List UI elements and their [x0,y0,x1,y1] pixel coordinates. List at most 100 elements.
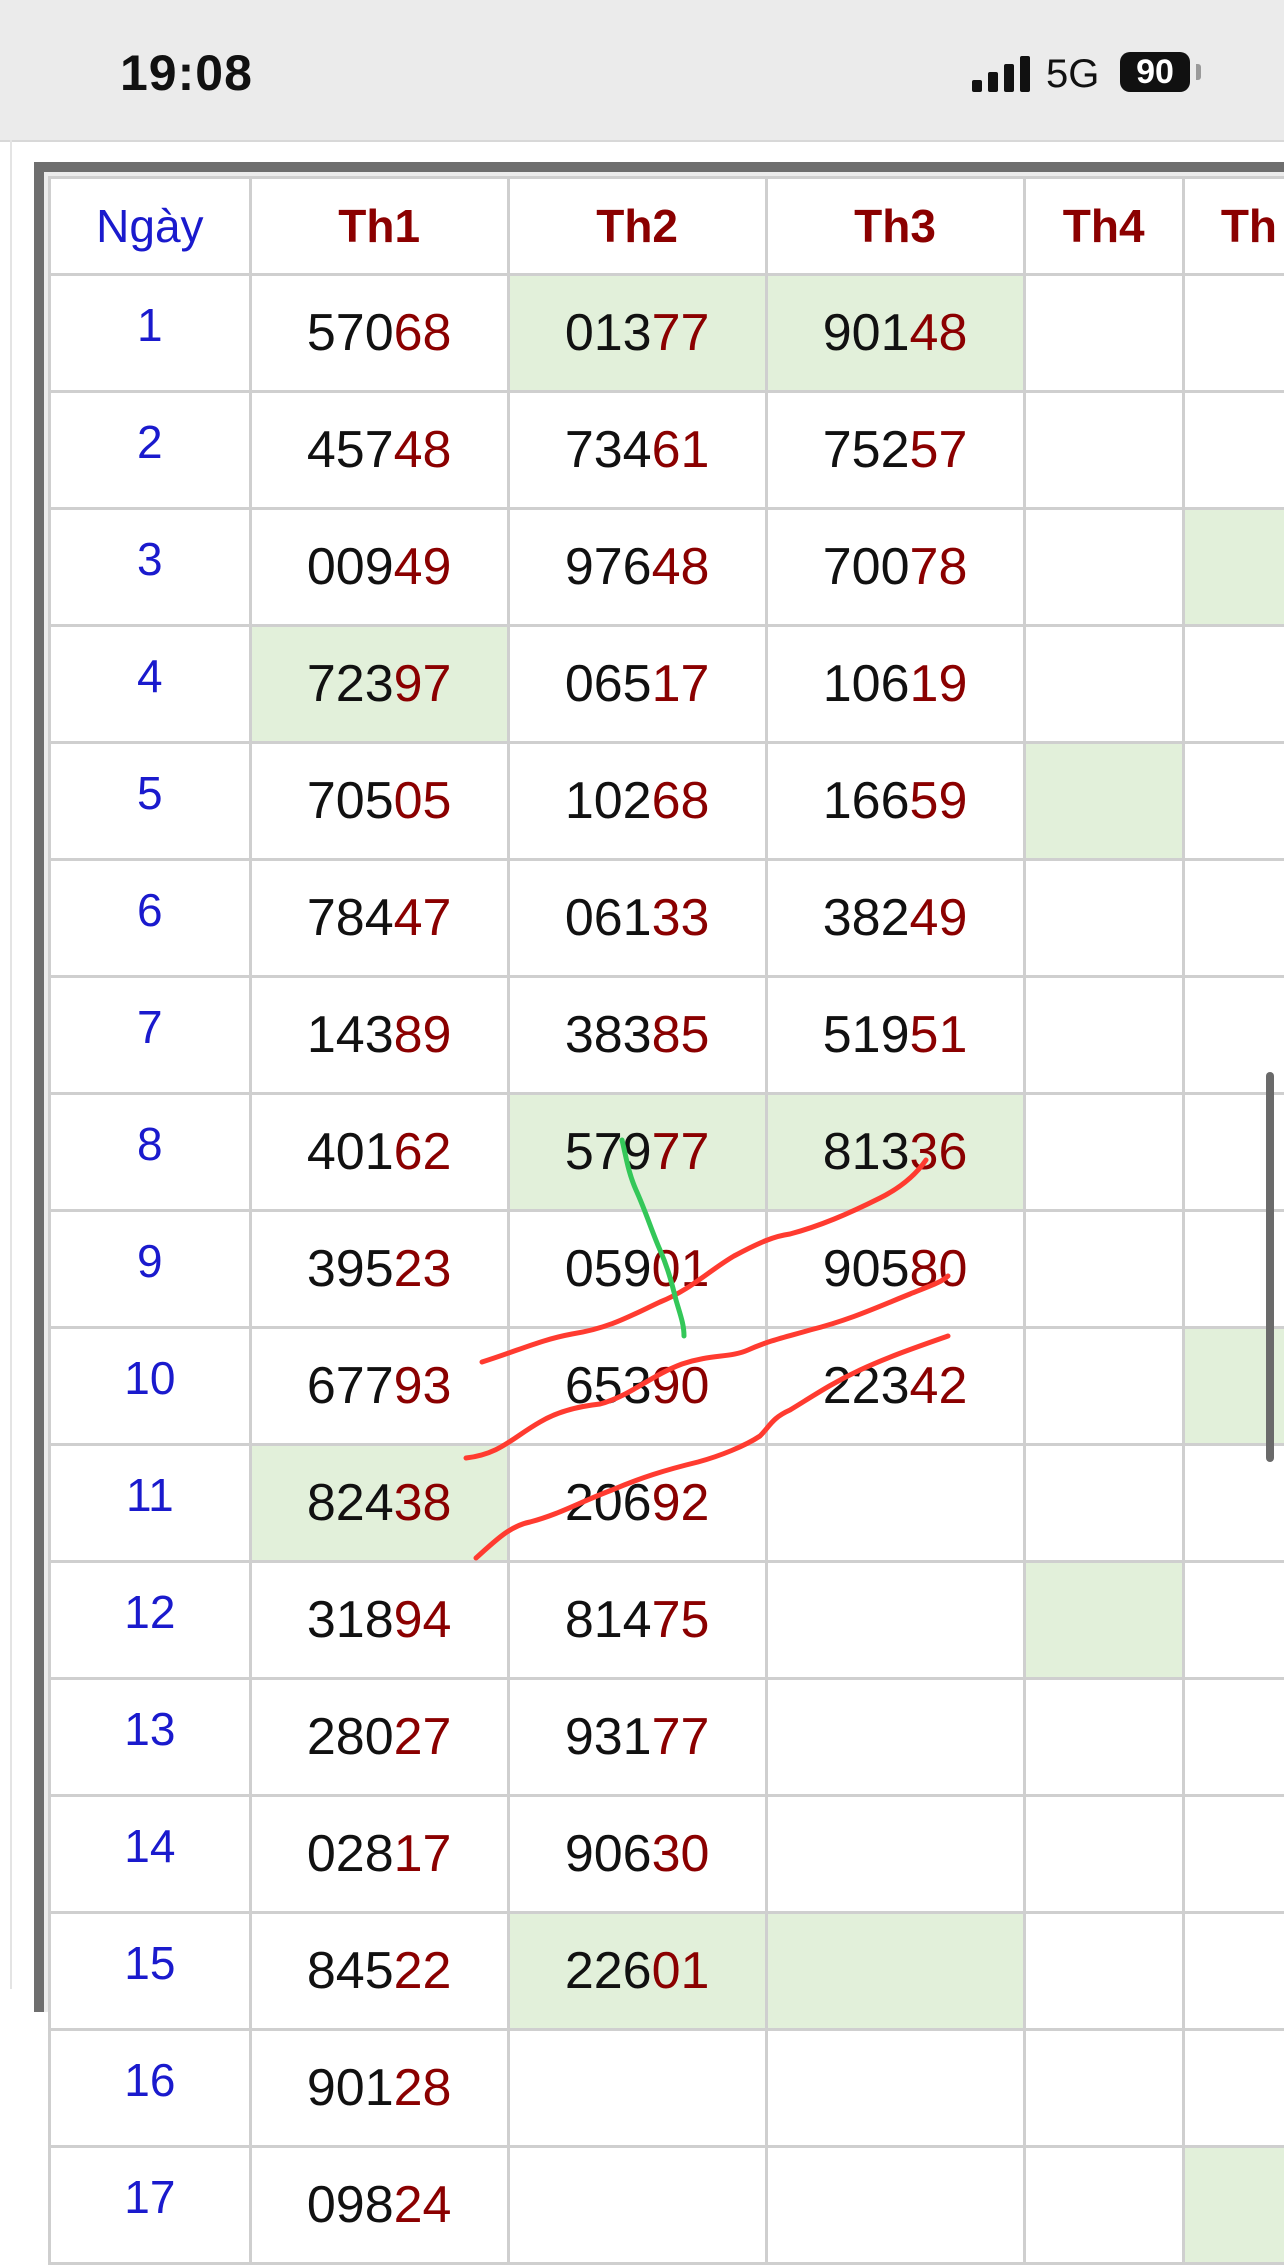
result-head-digits: 009 [307,538,394,596]
result-head-digits: 931 [565,1708,652,1766]
result-tail-digits: 28 [394,2059,452,2117]
result-cell: 75257 [766,392,1024,509]
result-cell [1024,1094,1183,1211]
day-cell: 9 [50,1211,251,1328]
day-cell: 1 [50,275,251,392]
scrollbar[interactable] [1266,1072,1274,1462]
day-cell: 8 [50,1094,251,1211]
result-head-digits: 318 [307,1591,394,1649]
result-cell [508,2147,766,2264]
result-cell [1024,743,1183,860]
result-tail-digits: 49 [910,889,968,947]
result-tail-digits: 92 [652,1474,710,1532]
result-tail-digits: 78 [910,538,968,596]
result-tail-digits: 77 [652,304,710,362]
result-cell: 22601 [508,1913,766,2030]
result-tail-digits: 17 [394,1825,452,1883]
result-tail-digits: 68 [394,304,452,362]
day-cell: 16 [50,2030,251,2147]
battery-level: 90 [1136,53,1174,91]
result-cell: 39523 [250,1211,508,1328]
result-head-digits: 519 [823,1006,910,1064]
day-cell: 14 [50,1796,251,1913]
table-row: 8401625797781336 [50,1094,1284,1211]
result-head-digits: 677 [307,1357,394,1415]
result-cell [1183,2030,1284,2147]
table-row: 132802793177 [50,1679,1284,1796]
header-th3: Th3 [766,178,1024,275]
result-head-digits: 226 [565,1942,652,2000]
result-cell: 90148 [766,275,1024,392]
table-row: 5705051026816659 [50,743,1284,860]
result-cell: 78447 [250,860,508,977]
table-row: 7143893838551951 [50,977,1284,1094]
result-head-digits: 059 [565,1240,652,1298]
table-row: 158452222601 [50,1913,1284,2030]
result-tail-digits: 48 [394,421,452,479]
result-tail-digits: 62 [394,1123,452,1181]
result-head-digits: 013 [565,304,652,362]
result-cell: 90128 [250,2030,508,2147]
day-cell: 2 [50,392,251,509]
result-cell [1024,1445,1183,1562]
table-row: 939523 05901 90580 [50,1211,1284,1328]
result-head-digits: 784 [307,889,394,947]
result-head-digits: 061 [565,889,652,947]
result-cell [1024,626,1183,743]
result-tail-digits: 77 [652,1123,710,1181]
result-cell: 14389 [250,977,508,1094]
result-head-digits: 143 [307,1006,394,1064]
result-cell [1183,1913,1284,2030]
day-cell: 11 [50,1445,251,1562]
result-cell [1183,626,1284,743]
header-th5: Th [1183,178,1284,275]
result-tail-digits: 01 [652,1240,710,1298]
result-tail-digits: 33 [652,889,710,947]
result-cell: 10619 [766,626,1024,743]
result-head-digits: 106 [823,655,910,713]
table-body: 1570680137790148245748734617525730094997… [50,275,1284,2264]
result-head-digits: 814 [565,1591,652,1649]
result-cell: 72397 [250,626,508,743]
result-head-digits: 570 [307,304,394,362]
result-tail-digits: 27 [394,1708,452,1766]
result-cell: 38249 [766,860,1024,977]
result-head-digits: 206 [565,1474,652,1532]
day-cell: 5 [50,743,251,860]
result-tail-digits: 93 [394,1357,452,1415]
result-tail-digits: 94 [394,1591,452,1649]
day-cell: 6 [50,860,251,977]
result-tail-digits: 85 [652,1006,710,1064]
result-cell: 93177 [508,1679,766,1796]
table-header-row: Ngày Th1 Th2 Th3 Th4 Th [50,178,1284,275]
result-tail-digits: 48 [652,538,710,596]
result-tail-digits: 75 [652,1591,710,1649]
result-cell: 73461 [508,392,766,509]
result-cell: 06517 [508,626,766,743]
day-cell: 3 [50,509,251,626]
result-cell: 90580 [766,1211,1024,1328]
result-cell [1024,2147,1183,2264]
result-cell: 20692 [508,1445,766,1562]
table-row: 12 31894 81475 [50,1562,1284,1679]
result-cell: 70078 [766,509,1024,626]
result-tail-digits: 80 [910,1240,968,1298]
result-cell [1183,392,1284,509]
result-head-digits: 705 [307,772,394,830]
result-cell [1024,860,1183,977]
result-tail-digits: 01 [652,1942,710,2000]
result-cell: 57068 [250,275,508,392]
table-row: 10677936539022342 [50,1328,1284,1445]
day-cell: 7 [50,977,251,1094]
result-cell: 90630 [508,1796,766,1913]
day-cell: 12 [50,1562,251,1679]
result-head-digits: 653 [565,1357,652,1415]
result-tail-digits: 36 [910,1123,968,1181]
result-head-digits: 382 [823,889,910,947]
result-cell [1183,860,1284,977]
result-head-digits: 845 [307,1942,394,2000]
result-head-digits: 065 [565,655,652,713]
result-tail-digits: 24 [394,2176,452,2234]
result-head-digits: 905 [823,1240,910,1298]
table-row: 678447 06133 38249 [50,860,1284,977]
